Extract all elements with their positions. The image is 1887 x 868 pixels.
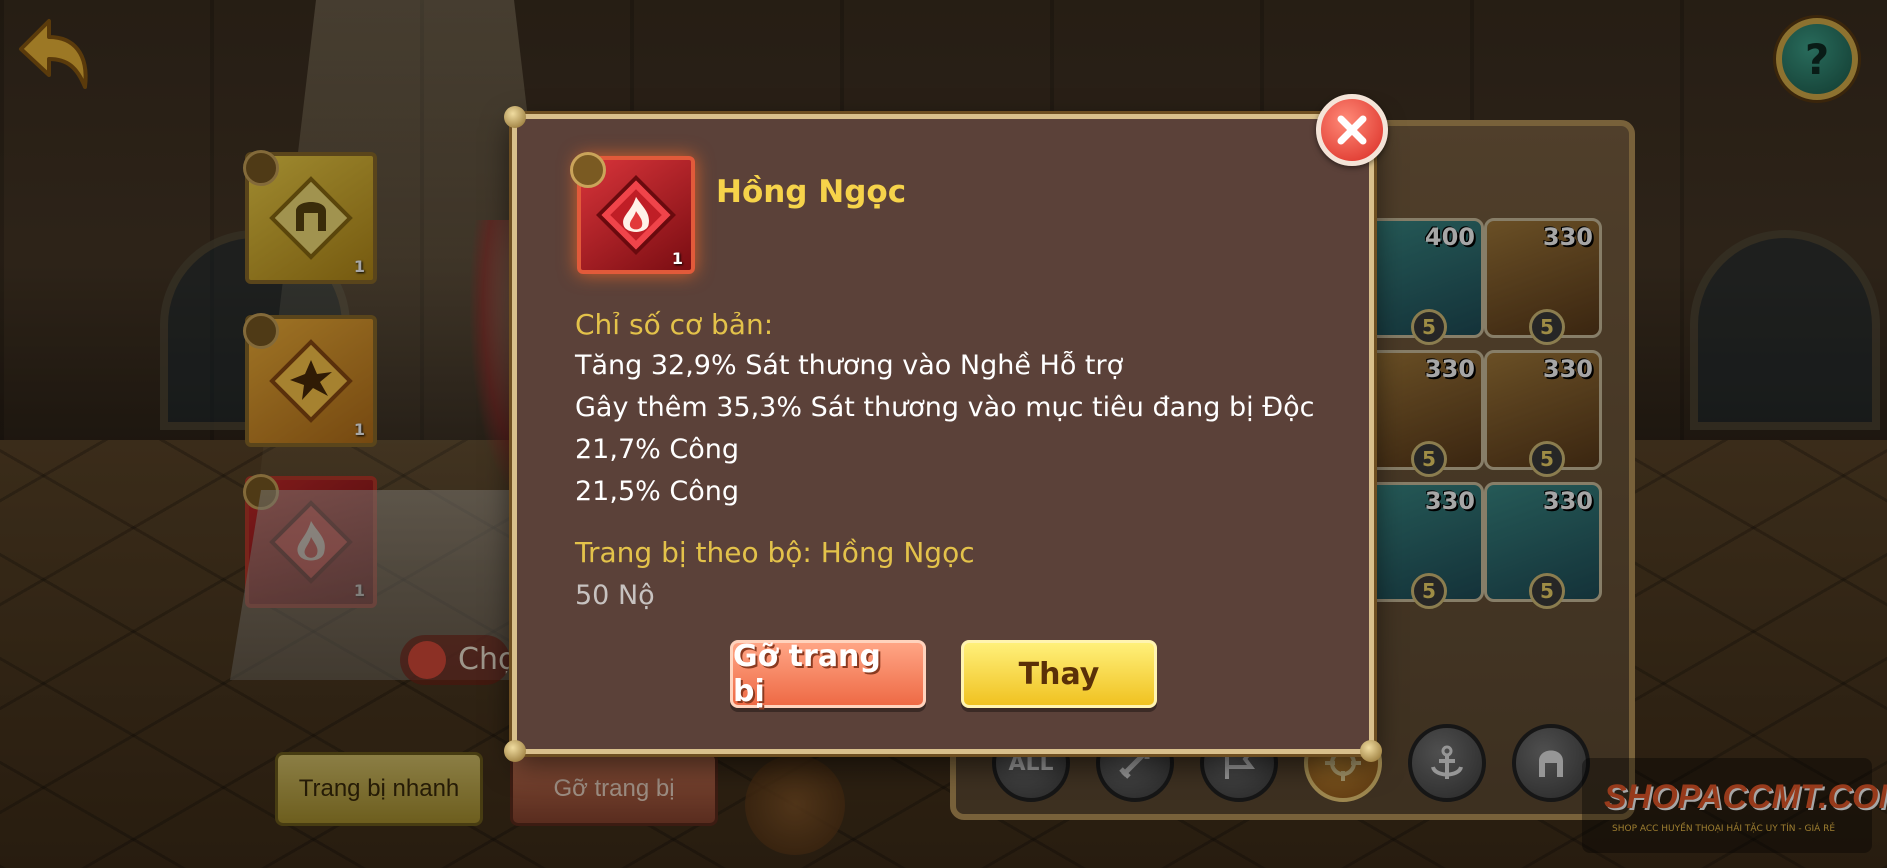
stat-line: Gây thêm 35,3% Sát thương vào mục tiêu đ… xyxy=(575,392,1315,423)
set-bonus: 50 Nộ xyxy=(575,580,655,611)
target-badge-icon xyxy=(570,152,606,188)
replace-button[interactable]: Thay xyxy=(961,640,1157,708)
popup-corner xyxy=(504,740,526,762)
fire-gem-icon xyxy=(596,175,676,255)
stat-line: Tăng 32,9% Sát thương vào Nghề Hỗ trợ xyxy=(575,350,1124,381)
popup-corner xyxy=(504,106,526,128)
stat-line: 21,5% Công xyxy=(575,476,739,507)
stat-line: 21,7% Công xyxy=(575,434,739,465)
replace-label: Thay xyxy=(1018,656,1100,692)
basic-stats-heading: Chỉ số cơ bản: xyxy=(575,308,774,341)
close-button[interactable] xyxy=(1316,94,1388,166)
item-count: 1 xyxy=(671,249,683,268)
unequip-label: Gỡ trang bị xyxy=(733,639,881,709)
close-x-icon xyxy=(1337,115,1367,145)
item-name: Hồng Ngọc xyxy=(716,174,907,210)
set-heading: Trang bị theo bộ: Hồng Ngọc xyxy=(575,536,975,569)
unequip-button[interactable]: Gỡ trang bị xyxy=(730,639,926,709)
popup-corner xyxy=(1360,740,1382,762)
